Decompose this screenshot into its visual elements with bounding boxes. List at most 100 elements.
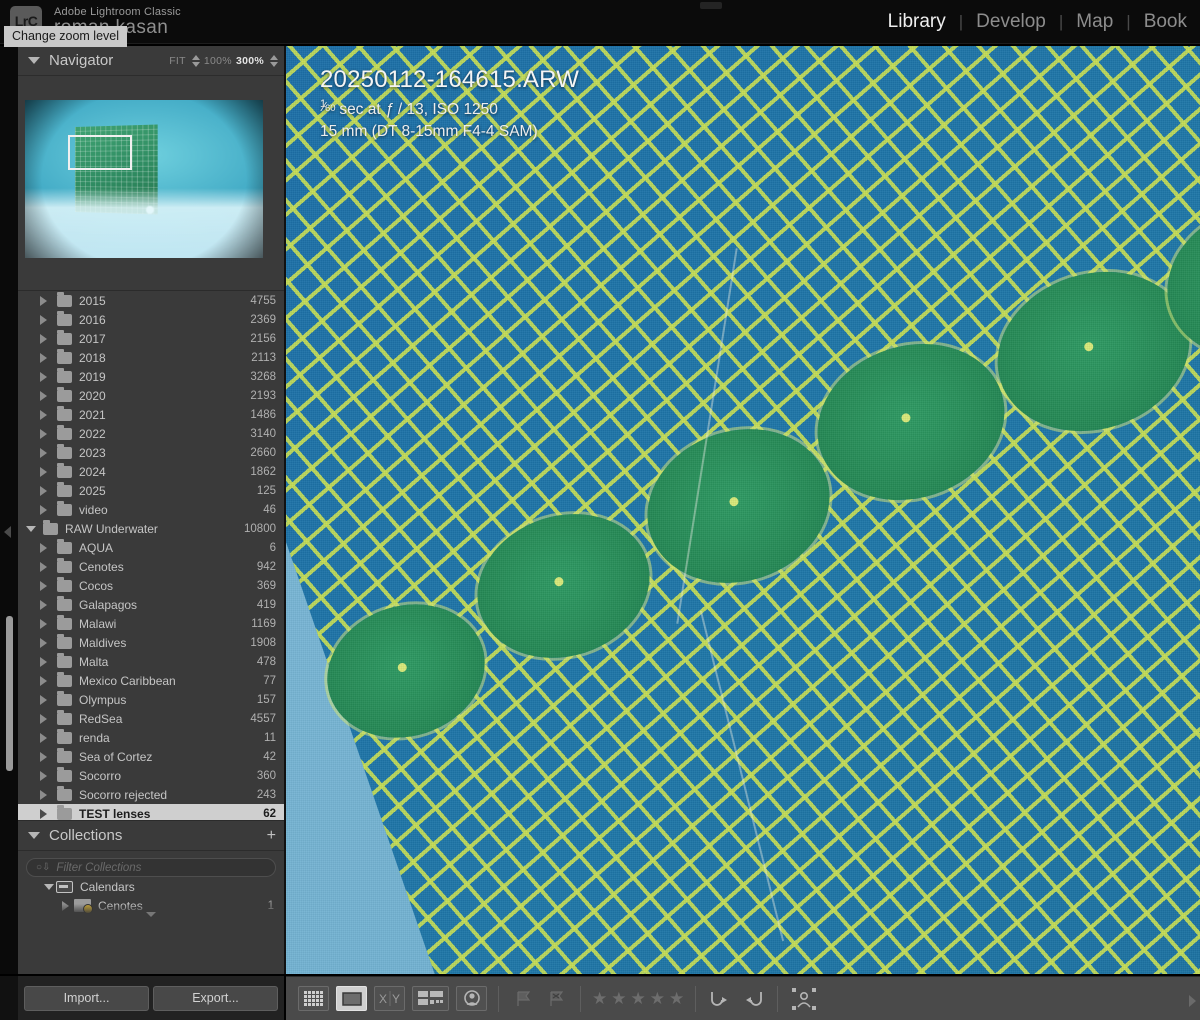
zoom-100-button[interactable]: 100% xyxy=(204,55,232,67)
folder-expand-icon[interactable] xyxy=(40,333,52,344)
folder-row[interactable]: 2020 2193 xyxy=(18,386,284,405)
folder-expand-icon[interactable] xyxy=(40,314,52,325)
folder-row[interactable]: Sea of Cortez 42 xyxy=(18,747,284,766)
folder-row[interactable]: Mexico Caribbean 77 xyxy=(18,671,284,690)
zoom-level-stepper-icon[interactable] xyxy=(270,55,278,67)
folder-expand-icon[interactable] xyxy=(40,675,52,686)
folder-row[interactable]: 2021 1486 xyxy=(18,405,284,424)
collections-header[interactable]: Collections + xyxy=(18,821,284,851)
flag-reject-icon[interactable] xyxy=(543,986,569,1011)
navigator-preview[interactable] xyxy=(25,100,263,258)
flag-pick-icon[interactable] xyxy=(510,986,536,1011)
navigator-disclosure-icon[interactable] xyxy=(28,57,40,64)
folder-row[interactable]: AQUA 6 xyxy=(18,538,284,557)
folder-row[interactable]: RedSea 4557 xyxy=(18,709,284,728)
rotate-left-icon[interactable] xyxy=(707,986,733,1011)
folder-row[interactable]: Malawi 1169 xyxy=(18,614,284,633)
folder-row[interactable]: Galapagos 419 xyxy=(18,595,284,614)
rating-stars[interactable]: ★ ★ ★ ★ ★ xyxy=(592,990,684,1007)
folder-expand-icon[interactable] xyxy=(40,770,52,781)
folder-expand-icon[interactable] xyxy=(40,409,52,420)
folder-expand-icon[interactable] xyxy=(40,561,52,572)
rating-star-3[interactable]: ★ xyxy=(631,990,646,1007)
add-collection-icon[interactable]: + xyxy=(267,828,276,844)
folder-expand-icon[interactable] xyxy=(40,580,52,591)
compare-view-icon[interactable]: X Y xyxy=(374,986,405,1011)
folder-expand-icon[interactable] xyxy=(40,504,52,515)
folder-expand-icon[interactable] xyxy=(40,618,52,629)
zoom-fit-button[interactable]: FIT xyxy=(169,55,186,67)
folder-expand-icon[interactable] xyxy=(40,789,52,800)
collapse-left-panel-icon[interactable] xyxy=(4,526,11,538)
grid-view-icon[interactable] xyxy=(298,986,329,1011)
folder-expand-icon[interactable] xyxy=(40,751,52,762)
folder-row[interactable]: video 46 xyxy=(18,500,284,519)
rotate-right-icon[interactable] xyxy=(740,986,766,1011)
collections-disclosure-icon[interactable] xyxy=(28,832,40,839)
folder-expand-icon[interactable] xyxy=(40,599,52,610)
collection-collapse-icon[interactable] xyxy=(44,883,56,890)
folder-row[interactable]: 2015 4755 xyxy=(18,291,284,310)
left-panel-gutter[interactable] xyxy=(0,46,18,974)
folder-row[interactable]: 2025 125 xyxy=(18,481,284,500)
module-map[interactable]: Map xyxy=(1063,11,1126,33)
folder-expand-icon[interactable] xyxy=(40,295,52,306)
folder-expand-icon[interactable] xyxy=(40,447,52,458)
zoom-300-button[interactable]: 300% xyxy=(236,55,264,67)
folder-row[interactable]: Socorro 360 xyxy=(18,766,284,785)
folder-expand-icon[interactable] xyxy=(40,428,52,439)
folders-list[interactable]: 2015 4755 2016 2369 2017 2156 2018 2113 2019 3268… xyxy=(18,291,284,821)
loupe-photo[interactable]: 20250112-164615.ARW 1 ⁄ 60 sec at ƒ / 13… xyxy=(286,46,1200,974)
folder-expand-icon[interactable] xyxy=(40,542,52,553)
folder-row[interactable]: TEST lenses 62 xyxy=(18,804,284,820)
folder-row[interactable]: Olympus 157 xyxy=(18,690,284,709)
folder-row[interactable]: 2019 3268 xyxy=(18,367,284,386)
folder-expand-icon[interactable] xyxy=(40,656,52,667)
folder-expand-icon[interactable] xyxy=(40,637,52,648)
face-crop-icon[interactable] xyxy=(789,986,819,1011)
people-view-icon[interactable] xyxy=(456,986,487,1011)
navigator-roi-rectangle[interactable] xyxy=(67,134,133,170)
folder-row[interactable]: Maldives 1908 xyxy=(18,633,284,652)
folder-expand-icon[interactable] xyxy=(40,466,52,477)
folder-row[interactable]: Malta 478 xyxy=(18,652,284,671)
folder-expand-icon[interactable] xyxy=(40,485,52,496)
image-viewer[interactable]: 20250112-164615.ARW 1 ⁄ 60 sec at ƒ / 13… xyxy=(286,46,1200,974)
panel-resize-handle[interactable] xyxy=(146,912,156,917)
collapse-right-panel-icon[interactable] xyxy=(1189,995,1196,1007)
collection-set-row[interactable]: Calendars xyxy=(18,877,284,896)
rating-star-1[interactable]: ★ xyxy=(592,990,607,1007)
collection-expand-icon[interactable] xyxy=(62,900,74,911)
rating-star-5[interactable]: ★ xyxy=(669,990,684,1007)
folder-row[interactable]: 2022 3140 xyxy=(18,424,284,443)
folder-row[interactable]: 2023 2660 xyxy=(18,443,284,462)
folder-row[interactable]: 2017 2156 xyxy=(18,329,284,348)
folder-expand-icon[interactable] xyxy=(40,713,52,724)
export-button[interactable]: Export... xyxy=(153,985,278,1011)
folder-expand-icon[interactable] xyxy=(40,808,52,819)
module-book[interactable]: Book xyxy=(1131,11,1200,33)
folder-collapse-icon[interactable] xyxy=(26,525,38,532)
module-develop[interactable]: Develop xyxy=(963,11,1059,33)
import-button[interactable]: Import... xyxy=(24,985,149,1011)
left-panel-scrollbar[interactable] xyxy=(6,616,13,771)
folder-row[interactable]: Cenotes 942 xyxy=(18,557,284,576)
folder-row[interactable]: 2024 1862 xyxy=(18,462,284,481)
folder-row[interactable]: Socorro rejected 243 xyxy=(18,785,284,804)
folder-expand-icon[interactable] xyxy=(40,352,52,363)
folder-row[interactable]: renda 11 xyxy=(18,728,284,747)
rating-star-2[interactable]: ★ xyxy=(611,990,626,1007)
navigator-header[interactable]: Navigator FIT 100% 300% xyxy=(18,46,284,76)
loupe-view-icon[interactable] xyxy=(336,986,367,1011)
filter-collections-input[interactable]: ○⇩ Filter Collections xyxy=(26,858,276,877)
folder-expand-icon[interactable] xyxy=(40,732,52,743)
folder-expand-icon[interactable] xyxy=(40,694,52,705)
folder-expand-icon[interactable] xyxy=(40,390,52,401)
rating-star-4[interactable]: ★ xyxy=(650,990,665,1007)
survey-view-icon[interactable] xyxy=(412,986,449,1011)
module-library[interactable]: Library xyxy=(875,11,959,33)
folder-row[interactable]: 2018 2113 xyxy=(18,348,284,367)
folder-row[interactable]: RAW Underwater 10800 xyxy=(18,519,284,538)
folder-row[interactable]: Cocos 369 xyxy=(18,576,284,595)
folder-row[interactable]: 2016 2369 xyxy=(18,310,284,329)
